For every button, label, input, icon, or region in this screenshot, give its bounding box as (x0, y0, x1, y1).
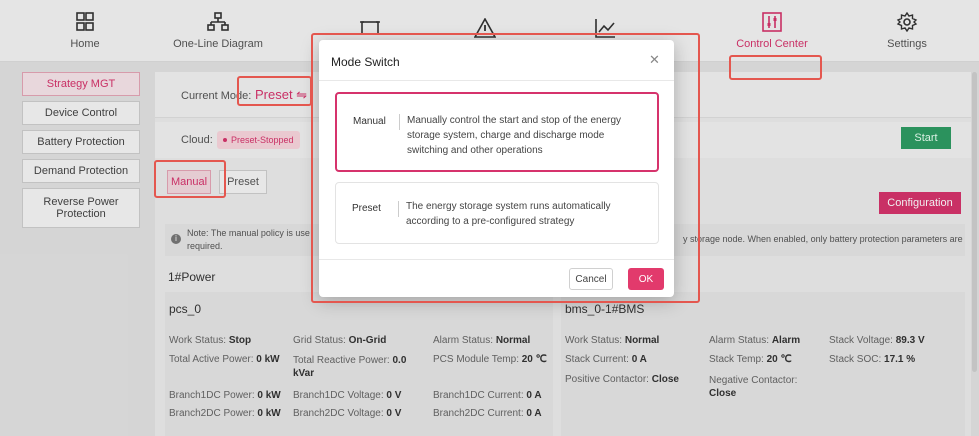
highlight-box (311, 33, 700, 303)
highlight-box (729, 55, 822, 80)
highlight-box (237, 76, 312, 106)
highlight-box (154, 160, 226, 198)
